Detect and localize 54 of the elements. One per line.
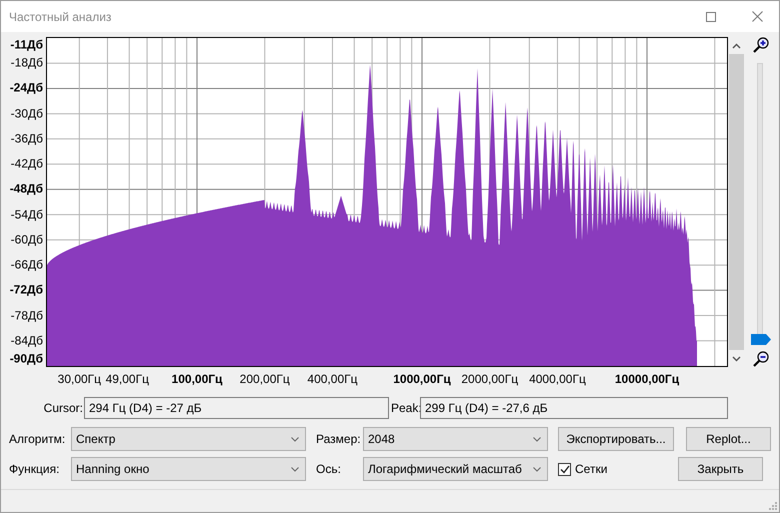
close-button[interactable] xyxy=(752,11,763,22)
grid-checkbox-label: Сетки xyxy=(575,462,608,476)
cursor-field: 294 Гц (D4) = -27 дБ xyxy=(84,397,389,419)
x-axis-label: 1000,00Гц xyxy=(393,372,451,386)
zoom-out-icon[interactable] xyxy=(753,351,769,367)
algorithm-label: Алгоритм: xyxy=(9,432,66,446)
x-axis-label: 200,00Гц xyxy=(240,372,290,386)
x-axis-label: 49,00Гц xyxy=(106,372,149,386)
y-axis-label: -54Дб xyxy=(10,208,43,222)
peak-label: Peak: xyxy=(390,401,420,415)
scroll-up-icon[interactable] xyxy=(732,43,741,49)
y-axis-label: -30Дб xyxy=(10,107,43,120)
y-axis-label: -66Дб xyxy=(10,258,43,272)
y-axis-label: -11Дб xyxy=(10,38,43,52)
zoom-in-icon[interactable] xyxy=(753,37,769,53)
y-axis-label: -72Дб xyxy=(10,284,43,297)
size-dropdown[interactable]: 2048 xyxy=(363,427,548,451)
peak-field: 299 Гц (D4) = -27,6 дБ xyxy=(420,397,728,419)
cursor-label: Cursor: xyxy=(42,401,84,415)
function-label: Функция: xyxy=(9,462,60,476)
chevron-down-icon[interactable] xyxy=(533,466,541,472)
y-axis-label: -42Дб xyxy=(10,158,43,171)
x-axis-label: 30,00Гц xyxy=(58,372,102,386)
y-axis-label: -18Дб xyxy=(10,56,43,70)
window-function-dropdown[interactable]: Hanning окно xyxy=(71,457,306,481)
y-axis-label: -90Дб xyxy=(10,352,43,366)
x-axis-label: 4000,00Гц xyxy=(529,372,586,386)
y-axis-label: -24Дб xyxy=(10,82,43,95)
y-axis-label: -84Дб xyxy=(10,334,43,348)
y-axis-label: -60Дб xyxy=(10,233,43,246)
export-button[interactable]: Экспортировать... xyxy=(558,427,674,451)
x-axis-label: 100,00Гц xyxy=(172,372,222,386)
y-axis-label: -36Дб xyxy=(10,132,43,146)
zoom-slider[interactable] xyxy=(751,63,771,345)
window-title: Частотный анализ xyxy=(9,10,112,24)
y-axis-label: -78Дб xyxy=(10,309,43,322)
chevron-down-icon[interactable] xyxy=(291,436,299,442)
size-label: Размер: xyxy=(316,432,362,446)
resize-grip-icon[interactable] xyxy=(767,500,777,510)
scroll-down-icon[interactable] xyxy=(732,356,741,362)
slider-thumb[interactable] xyxy=(751,334,771,345)
axis-dropdown[interactable]: Логарифмический масштаб xyxy=(363,457,548,481)
chevron-down-icon[interactable] xyxy=(533,436,541,442)
maximize-button[interactable] xyxy=(706,12,716,22)
grid-checkbox[interactable] xyxy=(558,462,571,476)
x-axis-label: 10000,00Гц xyxy=(614,372,680,386)
x-axis-label: 400,00Гц xyxy=(307,372,358,386)
axis-label: Ось: xyxy=(316,462,342,476)
chevron-down-icon[interactable] xyxy=(291,466,299,472)
close-dialog-button[interactable]: Закрыть xyxy=(678,457,763,481)
replot-button[interactable]: Replot... xyxy=(686,427,771,451)
y-axis-label: -48Дб xyxy=(10,182,43,196)
x-axis-label: 2000,00Гц xyxy=(461,372,518,386)
algorithm-dropdown[interactable]: Спектр xyxy=(71,427,306,451)
